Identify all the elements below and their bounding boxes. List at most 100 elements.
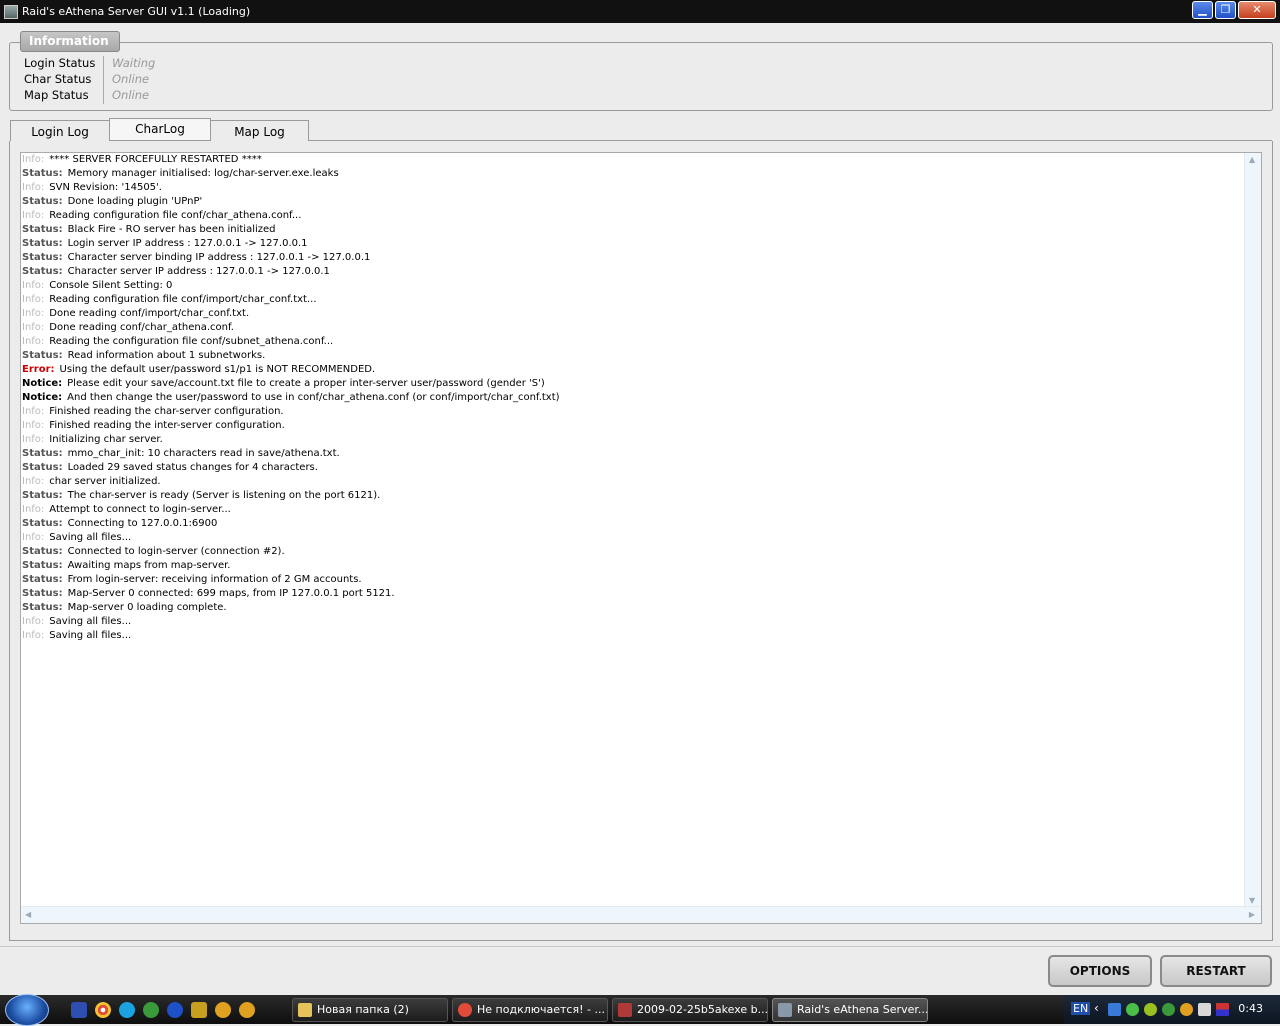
system-tray: EN ‹ 0:43: [1064, 995, 1280, 1024]
taskbar-item-game-client[interactable]: 2009-02-25b5akexe b...: [612, 998, 768, 1022]
horizontal-scrollbar[interactable]: ◀ ▶: [21, 906, 1261, 923]
taskbar-item-folder[interactable]: Новая папка (2): [292, 998, 448, 1022]
log-message: Console Silent Setting: 0: [49, 280, 173, 291]
log-level: Status:: [22, 602, 63, 613]
taskbar-item-browser[interactable]: Не подключается! - ...: [452, 998, 608, 1022]
log-level: Info:: [22, 406, 45, 417]
scroll-left-icon[interactable]: ◀: [25, 910, 31, 919]
log-message: Reading configuration file conf/import/c…: [49, 294, 317, 305]
log-level: Status:: [22, 252, 63, 263]
status-divider: [103, 56, 104, 104]
log-message: SVN Revision: '14505'.: [49, 182, 162, 193]
maximize-button[interactable]: ❐: [1215, 1, 1236, 19]
log-line: Info: Saving all files...: [22, 615, 560, 629]
log-line: Info: Saving all files...: [22, 629, 560, 643]
log-line: Info: char server initialized.: [22, 475, 560, 489]
updater-icon[interactable]: [1180, 1003, 1193, 1016]
clock[interactable]: 0:43: [1238, 1002, 1263, 1015]
login-status-label: Login Status: [24, 56, 96, 70]
log-line: Info: SVN Revision: '14505'.: [22, 181, 560, 195]
log-level: Info:: [22, 154, 45, 165]
log-line: Error: Using the default user/password s1…: [22, 363, 560, 377]
log-message: Character server IP address : 127.0.0.1 …: [67, 266, 330, 277]
status-labels: Login Status Char Status Map Status: [24, 56, 95, 104]
tab-login-log[interactable]: Login Log: [10, 120, 110, 141]
options-button[interactable]: OPTIONS: [1048, 955, 1152, 987]
log-level: Status:: [22, 588, 63, 599]
log-level: Info:: [22, 308, 45, 319]
log-line: Status: Character server binding IP addre…: [22, 251, 560, 265]
tab-map-log[interactable]: Map Log: [210, 120, 309, 141]
minimize-button[interactable]: ▁: [1192, 1, 1213, 19]
map-status-label: Map Status: [24, 88, 89, 102]
messenger-icon[interactable]: [1126, 1003, 1139, 1016]
title-bar[interactable]: Raid's eAthena Server GUI v1.1 (Loading)…: [0, 0, 1280, 23]
log-line: Info: **** SERVER FORCEFULLY RESTARTED **…: [22, 153, 560, 167]
warning-app-2-icon[interactable]: [239, 1002, 255, 1018]
log-tabs: Login Log CharLog Map Log: [10, 118, 309, 141]
chrome-icon[interactable]: [95, 1002, 111, 1018]
information-panel: [9, 42, 1273, 111]
antivirus-icon[interactable]: [1144, 1003, 1157, 1016]
server-gui-icon: [778, 1003, 792, 1017]
log-line: Info: Reading the configuration file conf…: [22, 335, 560, 349]
log-level: Notice:: [22, 378, 63, 389]
language-indicator[interactable]: EN: [1071, 1002, 1091, 1015]
log-level: Status:: [22, 462, 63, 473]
log-level: Info:: [22, 616, 45, 627]
vertical-scrollbar[interactable]: ▲ ▼: [1244, 153, 1261, 907]
log-line: Info: Reading configuration file conf/cha…: [22, 209, 560, 223]
network-icon[interactable]: [1108, 1003, 1121, 1016]
log-line: Info: Attempt to connect to login-server.…: [22, 503, 560, 517]
log-line: Status: Map-server 0 loading complete.: [22, 601, 560, 615]
log-line: Info: Done reading conf/char_athena.conf.: [22, 321, 560, 335]
log-message: Loaded 29 saved status changes for 4 cha…: [67, 462, 318, 473]
bluetooth-icon[interactable]: [167, 1002, 183, 1018]
show-desktop-icon[interactable]: [71, 1002, 87, 1018]
scroll-up-icon[interactable]: ▲: [1249, 155, 1255, 164]
log-line: Status: Loaded 29 saved status changes fo…: [22, 461, 560, 475]
log-level: Info:: [22, 630, 45, 641]
app-quicklaunch-icon[interactable]: [191, 1002, 207, 1018]
log-line: Info: Finished reading the inter-server c…: [22, 419, 560, 433]
log-level: Info:: [22, 280, 45, 291]
chrome-icon: [458, 1003, 472, 1017]
log-message: Please edit your save/account.txt file t…: [67, 378, 545, 389]
log-level: Status:: [22, 448, 63, 459]
log-message: mmo_char_init: 10 characters read in sav…: [67, 448, 340, 459]
skype-icon[interactable]: [119, 1002, 135, 1018]
game-client-icon: [618, 1003, 632, 1017]
flag-icon[interactable]: [1216, 1003, 1229, 1016]
log-message: Read information about 1 subnetworks.: [67, 350, 266, 361]
log-line: Status: Connected to login-server (connec…: [22, 545, 560, 559]
volume-icon[interactable]: [1198, 1003, 1211, 1016]
scroll-right-icon[interactable]: ▶: [1249, 910, 1255, 919]
scroll-down-icon[interactable]: ▼: [1249, 896, 1255, 905]
tab-char-log[interactable]: CharLog: [109, 118, 211, 140]
log-message: Attempt to connect to login-server...: [49, 504, 231, 515]
tray-expand-icon[interactable]: ‹: [1094, 1001, 1107, 1015]
log-line: Info: Reading configuration file conf/imp…: [22, 293, 560, 307]
start-button[interactable]: [5, 994, 49, 1026]
log-message: Saving all files...: [49, 616, 132, 627]
taskbar-item-server-gui[interactable]: Raid's eAthena Server...: [772, 998, 928, 1022]
log-line: Status: Connecting to 127.0.0.1:6900: [22, 517, 560, 531]
char-status-value: Online: [112, 72, 150, 86]
char-log-output[interactable]: Info: **** SERVER FORCEFULLY RESTARTED **…: [20, 152, 1262, 924]
log-level: Info:: [22, 504, 45, 515]
restart-button[interactable]: RESTART: [1160, 955, 1272, 987]
close-button[interactable]: ✕: [1238, 1, 1276, 19]
log-message: Map-Server 0 connected: 699 maps, from I…: [67, 588, 395, 599]
utorrent-icon[interactable]: [143, 1002, 159, 1018]
log-message: Connected to login-server (connection #2…: [67, 546, 285, 557]
log-line: Status: Character server IP address : 127…: [22, 265, 560, 279]
log-message: Reading configuration file conf/char_ath…: [49, 210, 302, 221]
utorrent-tray-icon[interactable]: [1162, 1003, 1175, 1016]
log-level: Status:: [22, 196, 63, 207]
log-line: Notice: And then change the user/password…: [22, 391, 560, 405]
log-line: Status: Awaiting maps from map-server.: [22, 559, 560, 573]
log-message: Reading the configuration file conf/subn…: [49, 336, 334, 347]
warning-app-icon[interactable]: [215, 1002, 231, 1018]
log-message: Map-server 0 loading complete.: [67, 602, 227, 613]
app-icon: [4, 4, 18, 19]
